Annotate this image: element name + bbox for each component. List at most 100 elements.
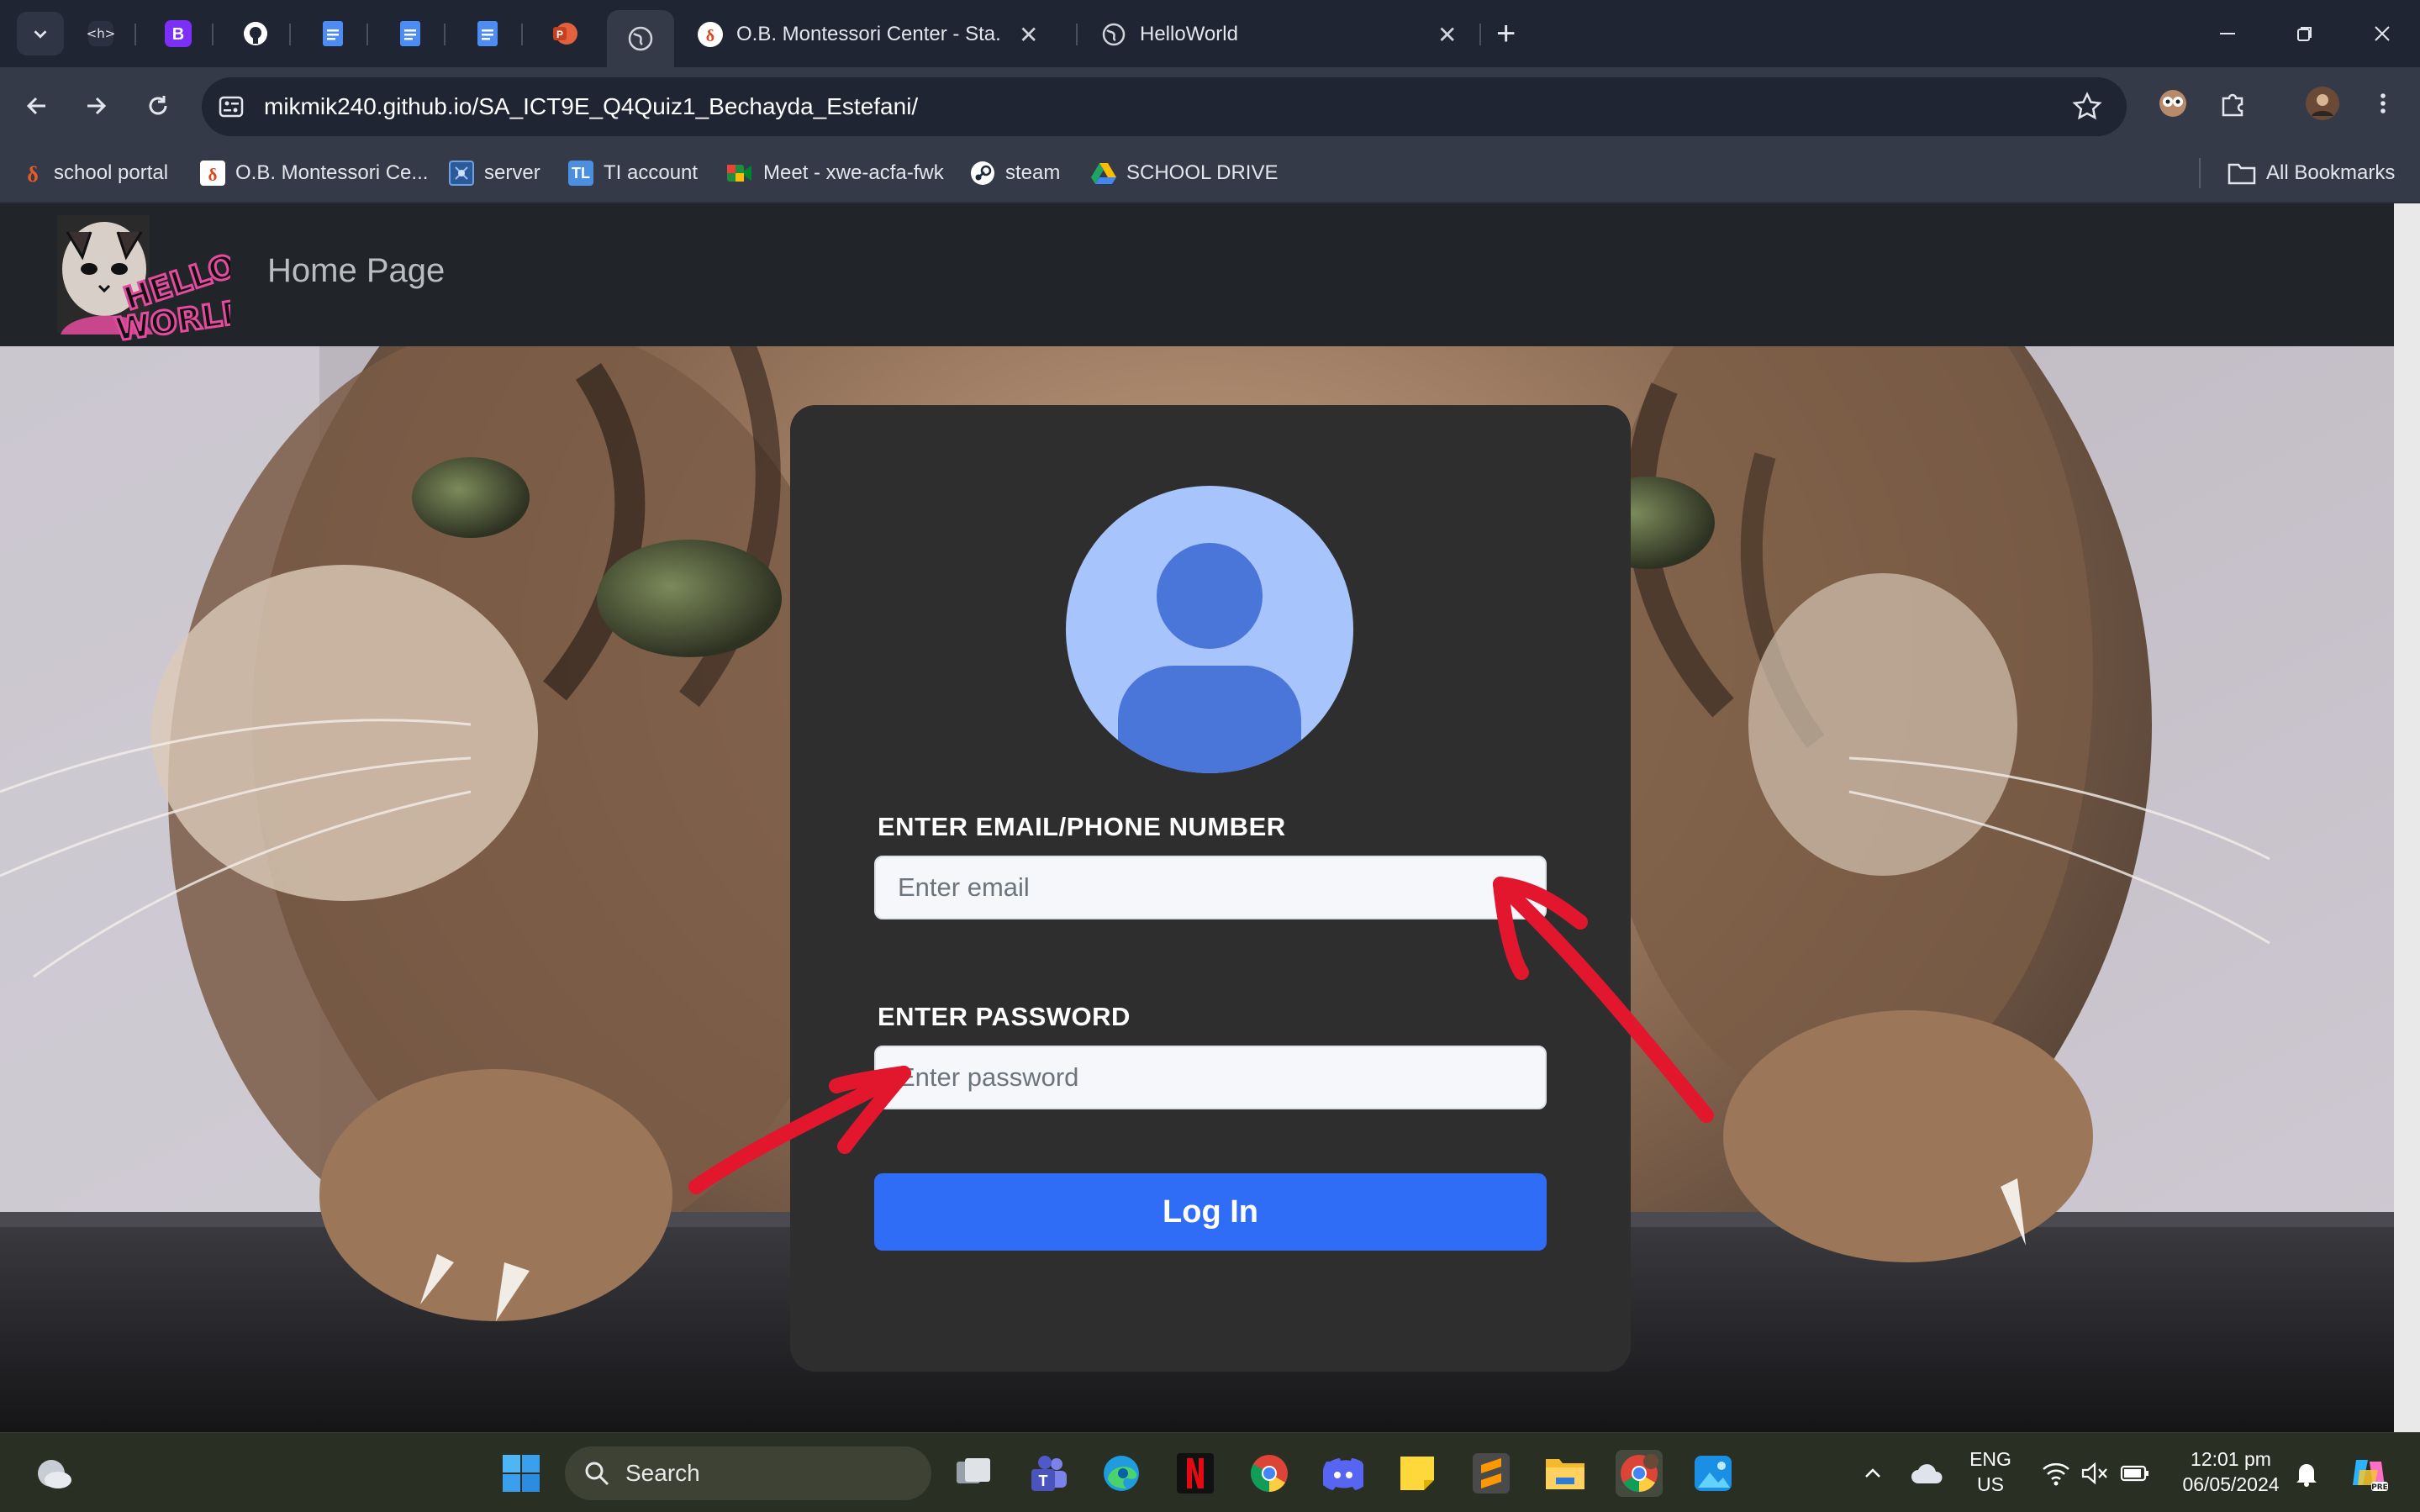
email-label: ENTER EMAIL/PHONE NUMBER <box>878 812 1286 841</box>
bookmark-meet[interactable]: Meet - xwe-acfa-fwk <box>726 145 944 202</box>
notifications-button[interactable] <box>2283 1450 2330 1497</box>
powerpoint-icon: P <box>553 23 577 45</box>
pinned-tab-bootstrap[interactable]: B <box>160 15 197 52</box>
page-scrollbar[interactable] <box>2394 203 2420 1432</box>
sticky-notes-icon <box>1400 1457 1434 1490</box>
address-bar[interactable]: mikmik240.github.io/SA_ICT9E_Q4Quiz1_Bec… <box>202 77 2127 136</box>
bookmarks-bar: δ school portal δ O.B. Montessori Ce... … <box>0 145 2420 203</box>
tab-separator <box>1076 24 1078 45</box>
discord-button[interactable] <box>1320 1450 1367 1497</box>
weather-cloud-icon <box>38 1460 71 1488</box>
bookmark-montessori[interactable]: δ O.B. Montessori Ce... <box>200 145 428 202</box>
minimize-button[interactable] <box>2202 12 2253 55</box>
bookmark-school-drive[interactable]: SCHOOL DRIVE <box>1091 145 1278 202</box>
battery-button[interactable] <box>2112 1450 2159 1497</box>
close-tab-icon[interactable]: ✕ <box>1019 21 1038 49</box>
tab-active-globe[interactable] <box>607 10 674 67</box>
tab-separator <box>366 24 368 45</box>
show-hidden-icons-button[interactable] <box>1849 1450 1896 1497</box>
chrome-profile-button-active[interactable] <box>1616 1450 1663 1497</box>
bookmark-server[interactable]: server <box>449 145 540 202</box>
pinned-tab-docs-3[interactable] <box>469 15 506 52</box>
tab-helloworld[interactable]: HelloWorld ✕ <box>1101 12 1463 57</box>
svg-text:δ: δ <box>27 162 39 186</box>
bookmark-ti-account[interactable]: TL TI account <box>568 145 698 202</box>
tab-separator <box>212 24 214 45</box>
reload-icon <box>149 96 167 115</box>
close-tab-icon[interactable]: ✕ <box>1437 21 1457 49</box>
bookmark-label: Meet - xwe-acfa-fwk <box>763 161 944 184</box>
sticky-notes-button[interactable] <box>1394 1450 1441 1497</box>
clock-date: 06/05/2024 <box>2182 1473 2280 1495</box>
taskbar-search[interactable]: Search <box>565 1446 931 1500</box>
bookmark-school-portal[interactable]: δ school portal <box>22 145 168 202</box>
restore-button[interactable] <box>2280 12 2330 55</box>
bookmark-steam[interactable]: steam <box>970 145 1060 202</box>
sublime-text-icon <box>1473 1453 1510 1494</box>
ti-icon: TL <box>568 161 593 186</box>
site-settings-icon[interactable] <box>217 92 245 121</box>
bookmark-separator <box>2199 158 2201 188</box>
photos-button[interactable] <box>1690 1450 1737 1497</box>
pinned-tab-docs-1[interactable] <box>314 15 351 52</box>
svg-text:P: P <box>556 29 563 40</box>
pinned-tab-docs-2[interactable] <box>392 15 429 52</box>
weather-widget[interactable] <box>30 1450 77 1497</box>
copilot-icon: PRE <box>2353 1460 2388 1492</box>
teams-button[interactable]: T <box>1024 1450 1071 1497</box>
google-docs-icon <box>323 21 343 46</box>
copilot-button[interactable]: PRE <box>2345 1450 2392 1497</box>
file-explorer-button[interactable] <box>1542 1450 1589 1497</box>
extensions-button[interactable] <box>2214 84 2253 123</box>
profile-mascot-icon[interactable] <box>2154 84 2192 123</box>
home-page-link[interactable]: Home Page <box>267 252 445 290</box>
reload-button[interactable] <box>138 86 178 126</box>
chrome-button[interactable] <box>1246 1450 1293 1497</box>
tab-search-button[interactable] <box>17 12 64 55</box>
bootstrap-icon: B <box>165 20 192 47</box>
language-indicator[interactable]: ENG US <box>1964 1446 2017 1497</box>
close-window-button[interactable] <box>2357 12 2407 55</box>
edge-icon <box>1104 1456 1139 1491</box>
new-tab-button[interactable]: + <box>1496 13 1516 54</box>
user-avatar-icon <box>1066 486 1353 773</box>
clock[interactable]: 12:01 pm 06/05/2024 <box>2165 1446 2296 1497</box>
task-view-button[interactable] <box>950 1450 997 1497</box>
wifi-icon <box>2043 1462 2069 1486</box>
folder-icon <box>2228 163 2256 185</box>
profile-avatar[interactable] <box>2303 84 2342 123</box>
google-docs-icon <box>477 21 498 46</box>
all-bookmarks-button[interactable]: All Bookmarks <box>2228 145 2395 202</box>
bookmark-label: O.B. Montessori Ce... <box>235 161 429 184</box>
site-navbar: HELLO WORLD Home Page <box>0 203 2394 346</box>
photos-icon <box>1695 1456 1732 1491</box>
folder-icon <box>1546 1459 1584 1489</box>
edge-button[interactable] <box>1098 1450 1145 1497</box>
pinned-tab-github[interactable] <box>237 15 274 52</box>
netflix-button[interactable] <box>1172 1450 1219 1497</box>
back-button[interactable] <box>17 86 57 126</box>
server-icon <box>449 161 474 186</box>
url-text[interactable]: mikmik240.github.io/SA_ICT9E_Q4Quiz1_Bec… <box>264 77 918 136</box>
email-field[interactable] <box>874 856 1547 919</box>
bell-icon <box>2296 1464 2317 1487</box>
clock-time: 12:01 pm <box>2191 1448 2271 1470</box>
onedrive-button[interactable] <box>1903 1450 1950 1497</box>
volume-muted-icon <box>2081 1462 2107 1485</box>
bookmark-star-icon[interactable] <box>2071 91 2103 123</box>
forward-button[interactable] <box>76 86 116 126</box>
tab-montessori[interactable]: δ O.B. Montessori Center - Sta. Ana ✕ <box>698 12 1059 57</box>
sublime-text-button[interactable] <box>1468 1450 1515 1497</box>
tab-separator <box>1479 24 1481 45</box>
hello-world-logo[interactable]: HELLO WORLD <box>49 208 230 341</box>
login-button[interactable]: Log In <box>874 1173 1547 1251</box>
language-label: ENG <box>1969 1448 2011 1470</box>
globe-icon <box>628 26 653 51</box>
pinned-tab-powerpoint[interactable]: P <box>546 15 583 52</box>
browser-menu-button[interactable] <box>2364 84 2402 123</box>
pinned-tab-h[interactable]: <h> <box>82 15 119 52</box>
globe-icon <box>1102 23 1126 46</box>
start-button[interactable] <box>498 1450 545 1497</box>
task-view-icon <box>957 1458 990 1483</box>
password-field[interactable] <box>874 1046 1547 1109</box>
